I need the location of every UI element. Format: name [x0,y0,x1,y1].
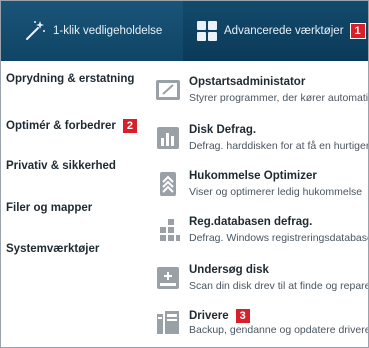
tool-title: Reg.databasen defrag. [189,216,313,228]
drivers-icon [157,311,179,334]
grid-icon [197,21,217,41]
step-badge-2: 2 [121,118,139,134]
startup-window-icon [156,80,180,100]
sidebar-item-files[interactable]: Filer og mapper [6,202,92,214]
tool-description: Styrer programmer, der kører automatisk … [189,92,369,104]
tool-drivers[interactable]: Drivere 3 Backup, gendanne og opdatere d… [149,305,369,347]
tool-description: Backup, gendanne og opdatere drivere [189,324,369,336]
app-window: 1-klik vedligeholdelse Advancerede værkt… [0,0,369,348]
tool-description: Viser og optimerer ledig hukommelse [189,186,363,198]
disk-defrag-icon [157,127,179,149]
registry-defrag-icon [160,219,180,241]
tool-title: Disk Defrag. [189,124,257,136]
magic-wand-icon [26,21,45,40]
tool-description: Defrag. harddisken for at få en hurtiger… [189,140,368,152]
tool-title: Undersøg disk [189,264,269,276]
sidebar-item-label: Privativ & sikkerhed [6,160,116,172]
sidebar-item-cleanup[interactable]: Oprydning & erstatning [6,73,134,85]
tab-one-click-maintenance[interactable]: 1-klik vedligeholdelse [1,1,183,61]
sidebar-item-label: Oprydning & erstatning [6,73,135,85]
sidebar-item-label: Systemværktøjer [6,243,100,255]
tool-description: Defrag. Windows registreringsdatabasen [189,232,369,244]
sidebar-item-privacy[interactable]: Privativ & sikkerhed [6,160,116,172]
tool-check-disk[interactable]: Undersøg disk Scan din disk drev til at … [149,261,368,307]
tool-title: Opstartsadministator [189,76,306,88]
category-sidebar: Oprydning & erstatning Optimér & forbedr… [1,61,149,347]
memory-optimizer-icon [160,172,176,196]
sidebar-item-label: Filer og mapper [6,202,93,214]
sidebar-item-system-tools[interactable]: Systemværktøjer [6,243,99,255]
tool-title-text: Drivere [189,310,229,322]
sidebar-item-label: Optimér & forbedrer [6,120,116,132]
tab-advanced-tools[interactable]: Advancerede værktøjer 1 [183,1,368,61]
tool-registry-defrag[interactable]: Reg.databasen defrag. Defrag. Windows re… [149,213,369,259]
step-badge-3: 3 [234,308,251,324]
check-disk-icon [157,267,179,289]
top-tab-bar: 1-klik vedligeholdelse Advancerede værkt… [1,1,368,61]
tool-title: Drivere 3 [189,308,251,324]
tab-advanced-tools-label: Advancerede værktøjer [224,25,344,37]
tool-startup-manager[interactable]: Opstartsadministator Styrer programmer, … [149,73,369,119]
tab-one-click-maintenance-label: 1-klik vedligeholdelse [53,25,163,37]
tools-list: Opstartsadministator Styrer programmer, … [149,61,369,347]
tool-memory-optimizer[interactable]: Hukommelse Optimizer Viser og optimerer … [149,167,368,213]
step-badge-1: 1 [349,23,366,39]
sidebar-item-optimize[interactable]: Optimér & forbedrer 2 [6,118,139,134]
tool-description: Scan din disk drev til at finde og repar… [189,280,368,292]
tool-disk-defrag[interactable]: Disk Defrag. Defrag. harddisken for at f… [149,121,368,167]
tool-title: Hukommelse Optimizer [189,170,317,182]
